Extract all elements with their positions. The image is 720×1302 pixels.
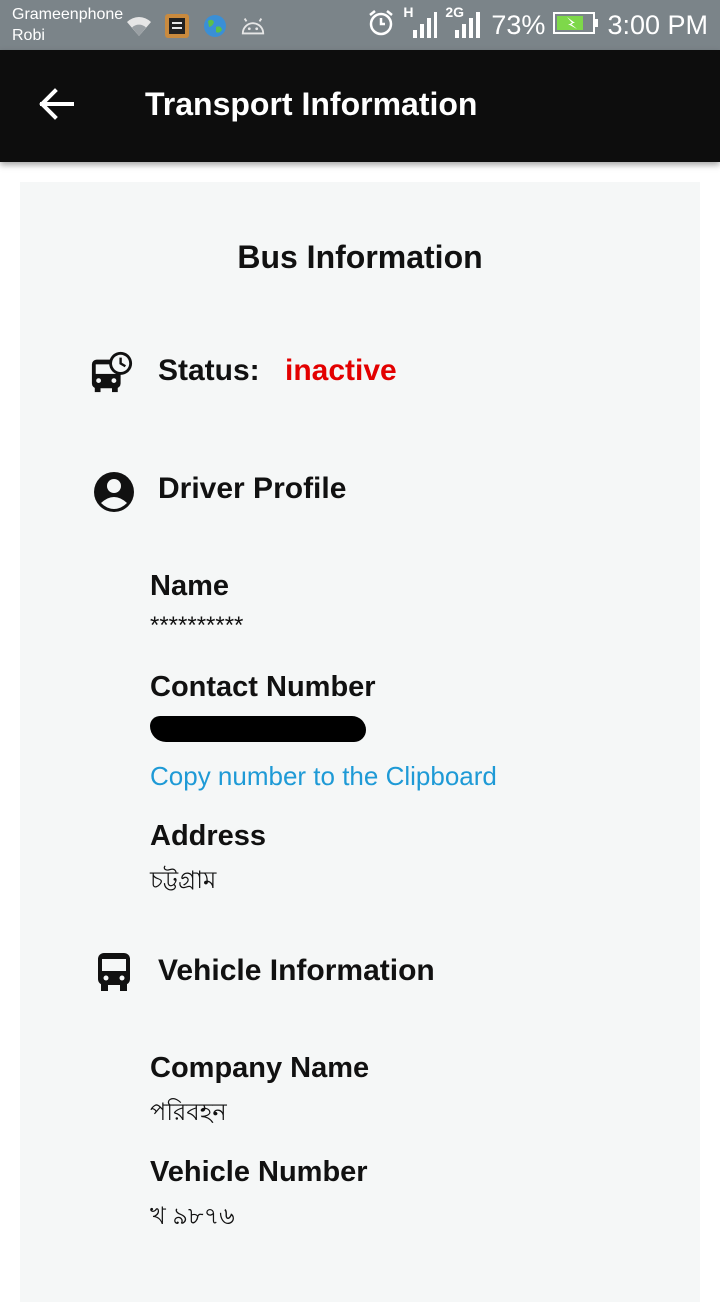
back-button[interactable] xyxy=(30,80,82,132)
company-name-value: পরিবহন xyxy=(150,1099,227,1126)
address-value: চট্টগ্রাম xyxy=(150,867,217,894)
name-label: Name xyxy=(150,570,229,602)
bus-clock-icon xyxy=(90,350,134,394)
address-label: Address xyxy=(150,820,267,852)
contact-number-label: Contact Number xyxy=(150,671,376,703)
bus-icon xyxy=(92,950,136,994)
app-notification-icon xyxy=(164,13,190,39)
signal-2g-icon: 2G xyxy=(445,4,483,42)
vehicle-information-heading: Vehicle Information xyxy=(158,954,435,987)
vehicle-number-label: Vehicle Number xyxy=(150,1156,368,1188)
status-bar: Grameenphone Robi H 2G 73% 3:00 PM xyxy=(0,0,720,50)
signal-h-icon: H xyxy=(403,4,438,42)
app-bar: Transport Information xyxy=(0,50,720,162)
status-label: Status: xyxy=(158,354,260,387)
card-title: Bus Information xyxy=(237,239,483,275)
carrier-2: Robi xyxy=(12,27,45,44)
company-name-label: Company Name xyxy=(150,1052,370,1084)
wifi-icon xyxy=(126,13,152,39)
notification-icons xyxy=(126,12,266,40)
page-title: Transport Information xyxy=(145,86,478,122)
driver-profile-heading: Driver Profile xyxy=(158,472,347,505)
copy-number-link[interactable]: Copy number to the Clipboard xyxy=(150,761,497,792)
arrow-back-icon xyxy=(38,87,74,125)
carrier-names: Grameenphone Robi xyxy=(12,4,123,46)
system-status: H 2G 73% 3:00 PM xyxy=(367,4,708,42)
account-circle-icon xyxy=(92,470,136,514)
contact-number-redacted xyxy=(150,716,366,742)
android-icon xyxy=(240,13,266,39)
globe-icon xyxy=(202,13,228,39)
vehicle-number-value: খ ৯৮৭৬ xyxy=(150,1203,235,1230)
status-value: inactive xyxy=(285,354,397,387)
carrier-1: Grameenphone xyxy=(12,6,124,23)
battery-percent: 73% xyxy=(491,9,546,40)
clock-time: 3:00 PM xyxy=(607,9,708,40)
bus-information-card: Bus Information Status: inactive Driver … xyxy=(20,182,700,1302)
name-value: ********** xyxy=(150,612,244,639)
battery-charging-icon xyxy=(553,11,599,40)
alarm-icon xyxy=(367,9,395,42)
